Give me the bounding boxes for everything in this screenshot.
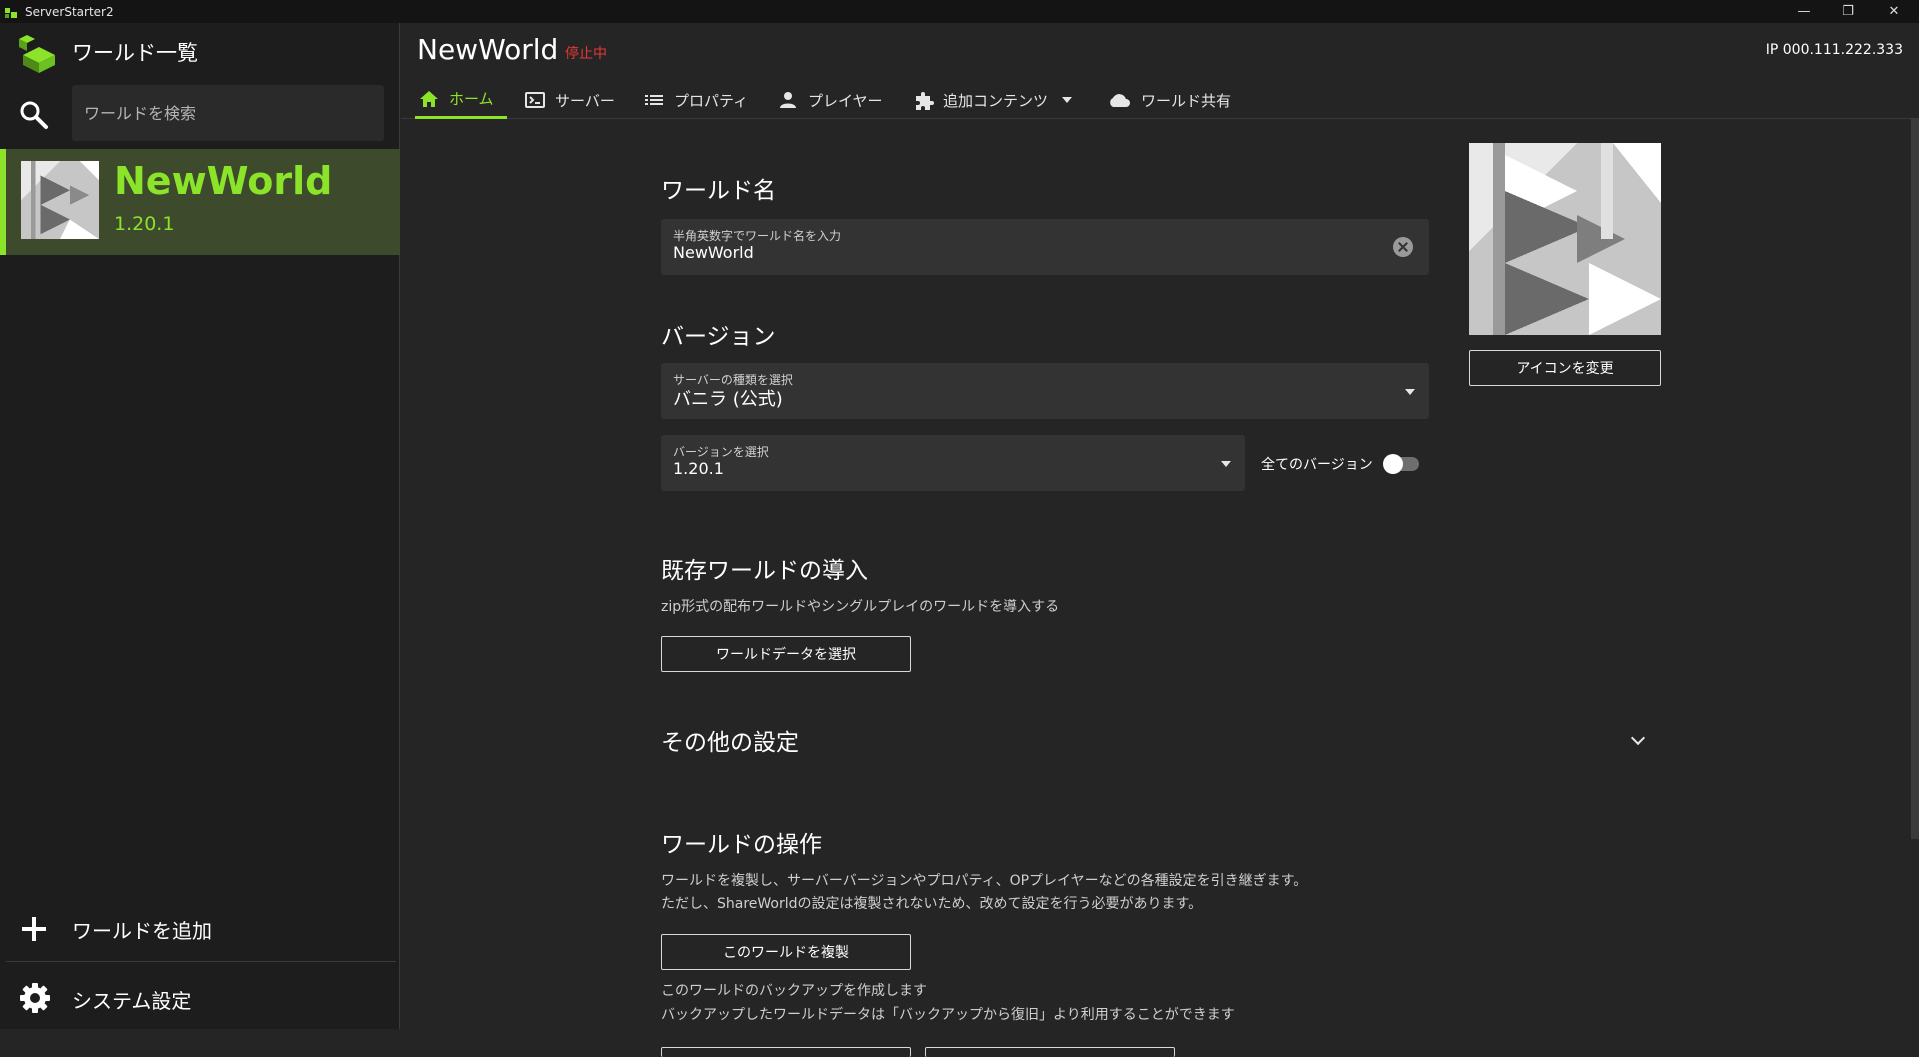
other-settings-heading[interactable]: その他の設定 (661, 723, 799, 757)
tab-add-content[interactable]: 追加コンテンツ (913, 81, 1073, 119)
version-select-label: バージョンを選択 (673, 445, 769, 459)
tab-bar: ホーム サーバー プロパティ プレイヤー 追加コンテンツ ワールド共有 (401, 81, 1919, 119)
world-icon-preview (1469, 143, 1661, 335)
person-icon (778, 90, 798, 110)
chevron-down-icon (1221, 461, 1231, 467)
search-input[interactable] (72, 85, 384, 141)
sidebar: ワールド一覧 NewWorld 1.20.1 (0, 23, 400, 1029)
search-icon[interactable] (18, 99, 50, 131)
duplicate-world-button[interactable]: このワールドを複製 (661, 934, 911, 970)
maximize-button[interactable]: ❐ (1826, 0, 1870, 23)
chevron-down-icon (1405, 389, 1415, 395)
main-panel: NewWorld 停止中 IP 000.111.222.333 ホーム サーバー… (401, 23, 1919, 1057)
page-title: NewWorld (417, 33, 559, 66)
version-heading: バージョン (661, 324, 776, 350)
tab-label: プロパティ (674, 91, 749, 110)
version-select[interactable]: バージョンを選択 1.20.1 (661, 435, 1245, 491)
search-row (0, 85, 400, 143)
all-versions-label: 全てのバージョン (1261, 457, 1373, 473)
world-name-field[interactable]: 半角英数字でワールド名を入力 NewWorld (661, 219, 1429, 275)
title-bar: ServerStarter2 — ❐ ✕ (0, 0, 1919, 23)
console-icon (525, 90, 545, 110)
all-versions-toggle[interactable] (1383, 454, 1419, 474)
restore-backup-button[interactable] (925, 1047, 1175, 1057)
import-heading: 既存ワールドの導入 (661, 558, 868, 584)
toggle-knob (1383, 454, 1403, 474)
sidebar-divider (6, 961, 396, 962)
change-icon-button[interactable]: アイコンを変更 (1469, 350, 1661, 386)
scrollbar[interactable] (1911, 119, 1919, 839)
cloud-icon (1107, 90, 1131, 110)
puzzle-icon (913, 90, 934, 110)
tab-label: 追加コンテンツ (943, 91, 1049, 110)
backup-button[interactable] (661, 1047, 911, 1057)
world-name-field-label: 半角英数字でワールド名を入力 (673, 229, 842, 243)
world-list-item[interactable]: NewWorld 1.20.1 (0, 149, 400, 255)
chevron-down-icon[interactable] (1630, 730, 1646, 746)
import-description: zip形式の配布ワールドやシングルプレイのワールドを導入する (661, 599, 1060, 615)
gear-icon (18, 981, 52, 1015)
world-thumbnail (21, 161, 99, 239)
add-world-button[interactable]: ワールドを追加 (0, 903, 400, 959)
world-name-heading: ワールド名 (661, 178, 776, 204)
sidebar-header: ワールド一覧 (0, 23, 400, 79)
status-badge: 停止中 (565, 46, 607, 62)
add-world-label: ワールドを追加 (72, 919, 212, 943)
operations-description-line-2: ただし、ShareWorldの設定は複製されないため、改めて設定を行う必要があり… (661, 896, 1203, 912)
select-world-data-button[interactable]: ワールドデータを選択 (661, 636, 911, 672)
plus-icon (20, 915, 48, 943)
ip-address: IP 000.111.222.333 (1765, 42, 1903, 58)
clear-icon[interactable] (1393, 237, 1413, 257)
tab-properties[interactable]: プロパティ (644, 81, 748, 119)
world-item-version: 1.20.1 (114, 213, 175, 235)
app-logo-icon (5, 5, 19, 19)
server-type-value: バニラ (公式) (673, 389, 783, 410)
world-name-value: NewWorld (673, 243, 754, 262)
tab-world-share[interactable]: ワールド共有 (1107, 81, 1231, 119)
backup-description-line-2: バックアップしたワールドデータは「バックアップから復旧」より利用することができま… (661, 1007, 1235, 1023)
tab-label: プレイヤー (808, 91, 883, 110)
tab-server[interactable]: サーバー (525, 81, 615, 119)
app-title: ServerStarter2 (25, 4, 114, 19)
tab-label: サーバー (555, 91, 615, 110)
tab-players[interactable]: プレイヤー (778, 81, 883, 119)
chevron-down-icon (1062, 97, 1073, 103)
list-icon (644, 90, 664, 110)
minimize-button[interactable]: — (1782, 0, 1826, 23)
operations-heading: ワールドの操作 (661, 832, 822, 858)
cube-logo-icon (17, 33, 57, 73)
backup-description-line-1: このワールドのバックアップを作成します (661, 983, 927, 999)
world-item-name: NewWorld (114, 159, 333, 203)
tab-home[interactable]: ホーム (415, 81, 507, 119)
world-list-title: ワールド一覧 (72, 41, 198, 65)
tab-label: ワールド共有 (1141, 91, 1232, 110)
tab-label: ホーム (449, 90, 494, 108)
operations-description-line-1: ワールドを複製し、サーバーバージョンやプロパティ、OPプレイヤーなどの各種設定を… (661, 873, 1308, 889)
system-settings-button[interactable]: システム設定 (0, 973, 400, 1029)
server-type-select[interactable]: サーバーの種類を選択 バニラ (公式) (661, 363, 1429, 419)
home-icon (419, 89, 439, 109)
close-button[interactable]: ✕ (1872, 0, 1916, 23)
system-settings-label: システム設定 (72, 989, 192, 1013)
version-select-value: 1.20.1 (673, 459, 724, 478)
